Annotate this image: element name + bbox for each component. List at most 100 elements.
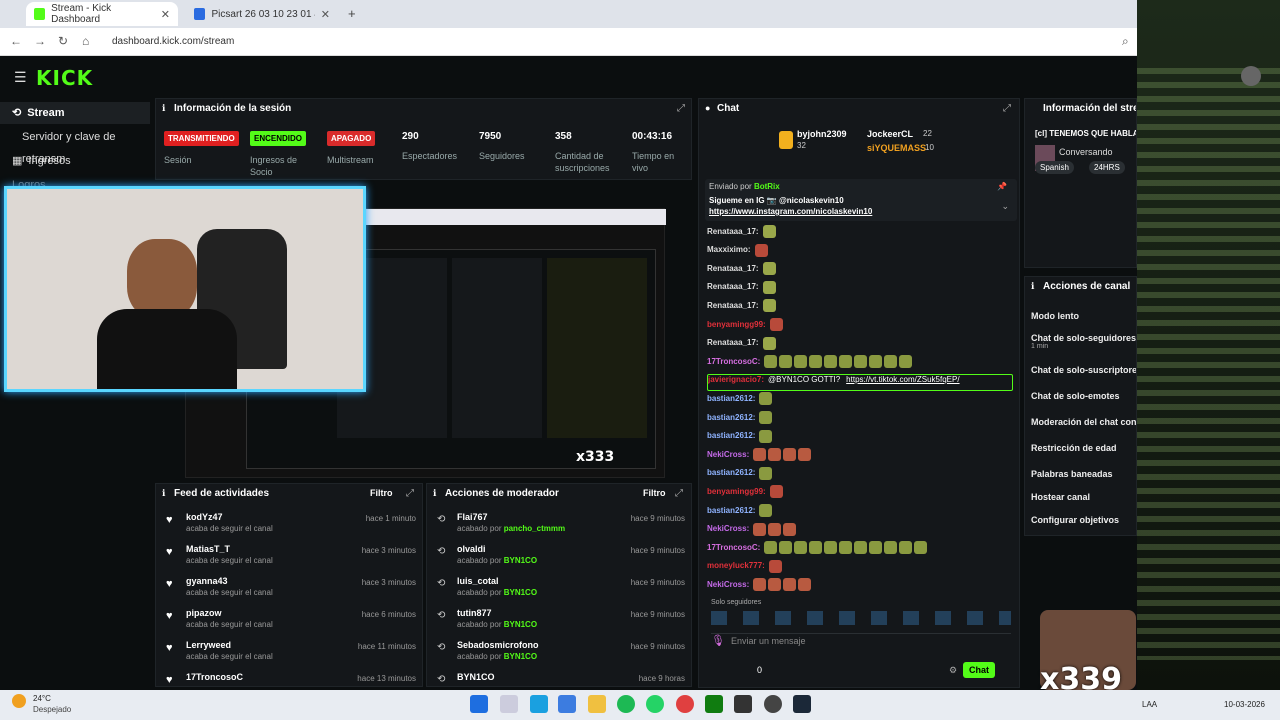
search-icon[interactable] (500, 695, 518, 713)
channel-action-item[interactable]: Palabras baneadas (1031, 469, 1136, 479)
follower-name: gyanna43 (186, 576, 228, 586)
top-gifter-name[interactable]: JockeerCL (867, 129, 913, 139)
chat-message[interactable]: Renataaa_17: (707, 225, 1013, 242)
chevron-down-icon[interactable]: ⌄ (1001, 201, 1009, 212)
chat-message[interactable]: 17TroncosoC: (707, 541, 1013, 558)
stat-label: Seguidores (479, 151, 525, 161)
chat-message[interactable]: 17TroncosoC: (707, 355, 1013, 372)
obs-icon[interactable] (764, 695, 782, 713)
chat-message[interactable]: bastian2612: (707, 411, 1013, 428)
back-icon[interactable]: ← (10, 34, 22, 48)
steam-icon[interactable] (793, 695, 811, 713)
emote (884, 355, 898, 369)
chat-message[interactable]: bastian2612: (707, 504, 1013, 521)
chat-message[interactable]: bastian2612: (707, 466, 1013, 484)
pin-icon[interactable]: 📌 (997, 182, 1007, 191)
info-icon: ℹ (162, 103, 166, 113)
expand-icon[interactable]: ⤢ (675, 488, 683, 499)
chat-message[interactable]: bastian2612: (707, 429, 1013, 447)
chat-input[interactable]: 🎙 Enviar un mensaje (711, 633, 1011, 651)
chat-message[interactable]: Maxxiximo: (707, 243, 1013, 261)
list-item[interactable]: ⟲ BYN1CO hace 9 horas (427, 670, 691, 686)
expand-icon[interactable]: ⤢ (1003, 103, 1011, 114)
sidebar-item-server-key[interactable]: Servidor y clave de retransm (0, 126, 150, 165)
list-item[interactable]: ♥ Lerryweed acaba de seguir el canal hace 1… (156, 638, 422, 670)
channel-action-item[interactable]: Configurar objetivos (1031, 515, 1136, 525)
gear-icon[interactable]: ⚙ (949, 665, 957, 676)
new-tab-icon[interactable]: + (348, 6, 356, 21)
pinned-message[interactable]: Enviado por BotRix Sigueme en IG 📷 @nico… (705, 179, 1017, 221)
mic-icon[interactable]: 🎙 (711, 635, 725, 647)
whatsapp-icon[interactable] (646, 695, 664, 713)
filter-button[interactable]: Filtro (370, 488, 393, 498)
chat-message[interactable]: NekiCross: (707, 448, 1013, 465)
chrome-icon[interactable] (676, 695, 694, 713)
expand-icon[interactable]: ⤢ (406, 488, 414, 499)
history-icon: ⟲ (437, 674, 446, 685)
chat-message[interactable]: benyamingg99: (707, 485, 1013, 502)
stat-value: 358 (555, 131, 572, 142)
top-gifter-name[interactable]: siYQUEMASS (867, 143, 926, 153)
channel-action-item[interactable]: Hostear canal (1031, 492, 1136, 502)
chat-message[interactable]: moneyluck777: (707, 559, 1013, 577)
pinned-link[interactable]: https://www.instagram.com/nicolaskevin10 (709, 207, 872, 216)
chat-message[interactable]: benyamingg99: (707, 318, 1013, 335)
edge-icon[interactable] (530, 695, 548, 713)
sidebar-item-ingresos[interactable]: ▦ Ingresos (0, 150, 150, 172)
list-item[interactable]: ⟲ luis_cotal acabado por BYN1CO hace 9 minu… (427, 574, 691, 606)
list-item[interactable]: ⟲ olvaldi acabado por BYN1CO hace 9 minutos (427, 542, 691, 574)
chat-message[interactable]: NekiCross: (707, 522, 1013, 540)
chat-message[interactable]: Renataaa_17: (707, 299, 1013, 316)
folder-icon[interactable] (588, 695, 606, 713)
list-item[interactable]: ⟲ Sebadosmicrofono acabado por BYN1CO hace … (427, 638, 691, 670)
forward-icon[interactable]: → (34, 34, 46, 48)
send-chat-button[interactable]: Chat (963, 662, 995, 678)
browser-tab-picsart[interactable]: Picsart 26 03 10 23 01 46 589 ( ✕ (186, 2, 338, 26)
chat-message[interactable]: Renataaa_17: (707, 262, 1013, 279)
language-indicator[interactable]: LAA (1142, 700, 1157, 709)
close-tab-icon[interactable]: ✕ (321, 8, 330, 21)
channel-action-item[interactable]: Chat de solo-suscriptores (1031, 365, 1136, 375)
channel-action-item[interactable]: Restricción de edad (1031, 443, 1136, 453)
expand-icon[interactable]: ⤢ (677, 103, 685, 114)
top-gifter-name[interactable]: byjohn2309 (797, 129, 847, 139)
chat-message[interactable]: Renataaa_17: (707, 336, 1013, 354)
channel-action-item[interactable]: Moderación del chat con IA (1031, 417, 1136, 427)
chat-message[interactable]: javierignacio7: @BYN1CO GOTTI? https://vt.… (707, 373, 1013, 391)
url-field[interactable]: dashboard.kick.com/stream (112, 33, 234, 51)
browser-tab-kick[interactable]: Stream - Kick Dashboard ✕ (26, 2, 178, 26)
kick-logo[interactable]: KICK (36, 66, 93, 90)
reload-icon[interactable]: ↻ (58, 34, 68, 48)
chat-message[interactable]: bastian2612: (707, 392, 1013, 409)
spotify-icon[interactable] (617, 695, 635, 713)
store-icon[interactable] (558, 695, 576, 713)
menu-icon[interactable]: ☰ (14, 69, 27, 86)
sidebar-item-stream[interactable]: ⟲ Stream (0, 102, 150, 124)
heart-icon: ♥ (166, 610, 173, 622)
close-tab-icon[interactable]: ✕ (161, 8, 170, 21)
emote (759, 504, 773, 517)
channel-action-item[interactable]: Modo lento (1031, 311, 1136, 321)
chat-message[interactable]: NekiCross: (707, 578, 1013, 595)
list-item[interactable]: ♥ pipazow acaba de seguir el canal hace 6 m… (156, 606, 422, 638)
list-item[interactable]: ♥ kodYz47 acaba de seguir el canal hace 1 m… (156, 510, 422, 542)
filter-button[interactable]: Filtro (643, 488, 666, 498)
category-name[interactable]: Conversando (1059, 147, 1113, 157)
capture-icon[interactable] (734, 695, 752, 713)
chat-username: Renataaa_17: (707, 301, 759, 310)
channel-action-item[interactable]: Chat de solo-seguidores 1 min (1031, 333, 1136, 350)
list-item[interactable]: ♥ gyanna43 acaba de seguir el canal hace 3 … (156, 574, 422, 606)
windows-start-icon[interactable] (470, 695, 488, 713)
xbox-icon[interactable] (705, 695, 723, 713)
emote-bar[interactable] (711, 611, 1011, 625)
search-icon[interactable]: ⌕ (1122, 34, 1129, 49)
list-item[interactable]: ⟲ Flai767 acabado por pancho_ctmmm hace 9 m… (427, 510, 691, 542)
list-item[interactable]: ♥ MatiasT_T acaba de seguir el canal hace 3… (156, 542, 422, 574)
list-item[interactable]: ♥ 17TroncosoC hace 13 minutos (156, 670, 422, 686)
emote (839, 541, 853, 555)
taskbar: 24°C Despejado LAA 10-03-2026 (0, 690, 1280, 720)
chat-message[interactable]: Renataaa_17: (707, 280, 1013, 298)
list-item[interactable]: ⟲ tutin877 acabado por BYN1CO hace 9 minuto… (427, 606, 691, 638)
channel-action-item[interactable]: Chat de solo-emotes (1031, 391, 1136, 401)
home-icon[interactable]: ⌂ (82, 34, 89, 48)
